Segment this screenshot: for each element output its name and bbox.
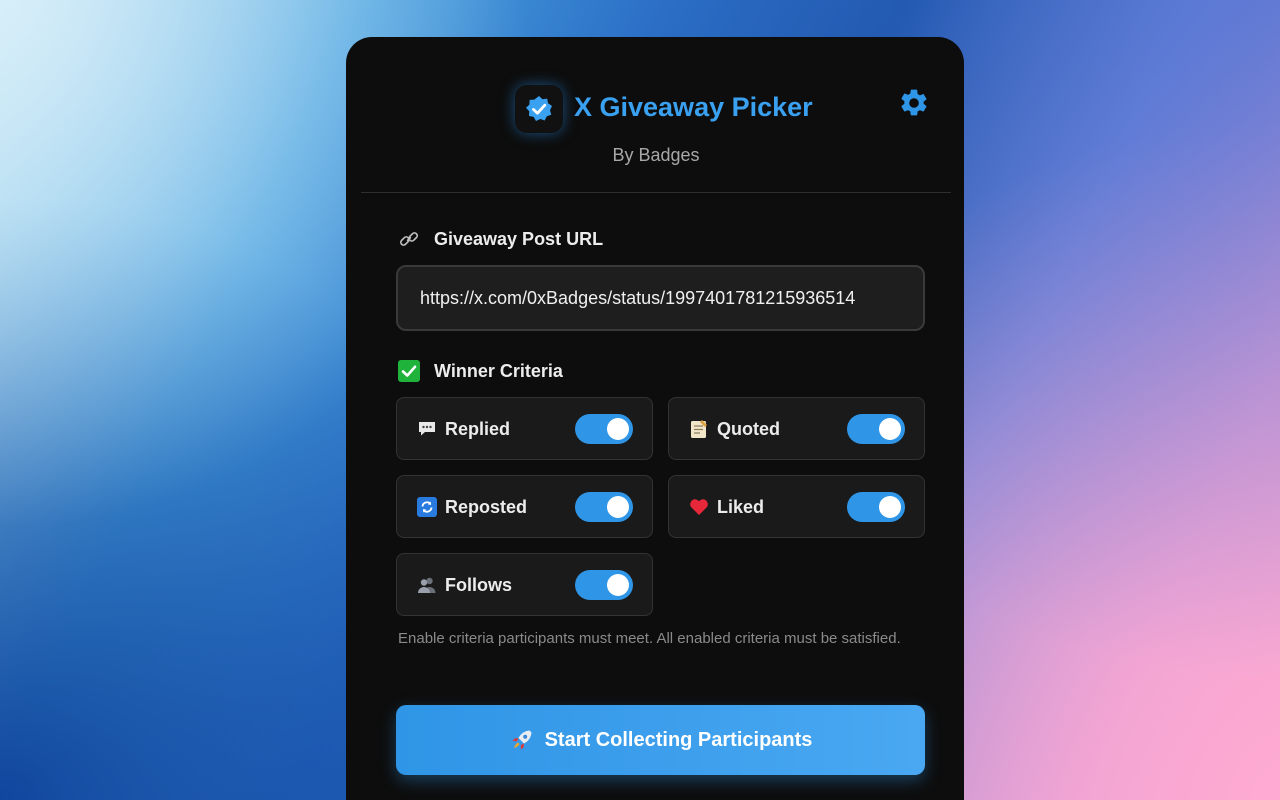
criterion-label: Replied bbox=[445, 419, 511, 439]
people-icon bbox=[417, 575, 437, 595]
criterion-liked[interactable]: Liked bbox=[668, 475, 925, 538]
heart-icon bbox=[689, 497, 709, 517]
liked-toggle[interactable] bbox=[847, 492, 905, 522]
follows-toggle[interactable] bbox=[575, 570, 633, 600]
reposted-toggle[interactable] bbox=[575, 492, 633, 522]
criterion-follows[interactable]: Follows bbox=[396, 553, 653, 616]
toggle-knob bbox=[607, 496, 629, 518]
start-button-label: Start Collecting Participants bbox=[544, 728, 813, 751]
checkbox-icon bbox=[398, 360, 420, 382]
post-url-input[interactable] bbox=[396, 265, 925, 331]
verified-badge-icon bbox=[526, 96, 552, 121]
quoted-toggle[interactable] bbox=[847, 414, 905, 444]
toggle-knob bbox=[607, 418, 629, 440]
toggle-knob bbox=[879, 496, 901, 518]
criterion-replied[interactable]: Replied bbox=[396, 397, 653, 460]
criterion-quoted[interactable]: Quoted bbox=[668, 397, 925, 460]
criteria-section-label: Winner Criteria bbox=[398, 360, 563, 382]
memo-icon bbox=[689, 419, 709, 439]
toggle-knob bbox=[607, 574, 629, 596]
app-title: X Giveaway Picker bbox=[574, 92, 813, 122]
gear-icon[interactable] bbox=[898, 87, 930, 119]
rocket-icon bbox=[512, 730, 532, 750]
repeat-icon bbox=[417, 497, 437, 517]
criterion-label: Liked bbox=[717, 497, 765, 517]
app-logo bbox=[515, 85, 563, 133]
extension-popup: X Giveaway Picker By Badges Giveaway Pos… bbox=[346, 37, 964, 800]
start-collecting-button[interactable]: Start Collecting Participants bbox=[396, 705, 925, 775]
speech-bubble-icon bbox=[417, 419, 437, 439]
link-icon bbox=[398, 228, 420, 250]
toggle-knob bbox=[879, 418, 901, 440]
url-label-text: Giveaway Post URL bbox=[434, 228, 604, 249]
criterion-reposted[interactable]: Reposted bbox=[396, 475, 653, 538]
criterion-label: Follows bbox=[445, 575, 512, 595]
criteria-label-text: Winner Criteria bbox=[434, 360, 563, 381]
criterion-label: Quoted bbox=[717, 419, 780, 439]
app-subtitle: By Badges bbox=[612, 145, 700, 165]
replied-toggle[interactable] bbox=[575, 414, 633, 444]
url-section-label: Giveaway Post URL bbox=[398, 228, 603, 250]
criterion-label: Reposted bbox=[445, 497, 528, 517]
criteria-help-text: Enable criteria participants must meet. … bbox=[398, 630, 901, 647]
popup-header: X Giveaway Picker By Badges bbox=[361, 37, 951, 193]
